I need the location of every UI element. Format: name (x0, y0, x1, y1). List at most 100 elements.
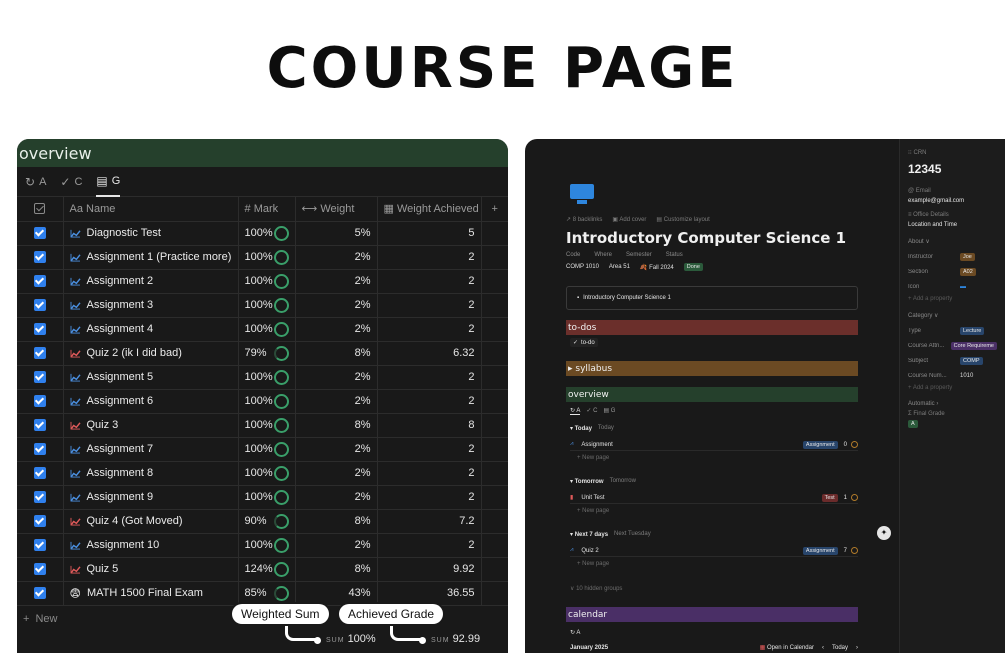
mark-cell[interactable]: 90% (238, 509, 296, 534)
name-cell[interactable]: Assignment 5 (63, 365, 239, 390)
computer-icon[interactable] (570, 184, 594, 204)
table-row[interactable]: Diagnostic Test 100% 5% 5 (17, 221, 508, 246)
tab-c[interactable]: ✓ C (60, 167, 82, 197)
mark-cell[interactable]: 100% (238, 461, 296, 486)
mini-tab-a[interactable]: ↻ A (570, 407, 581, 415)
achieved-cell[interactable]: 7.2 (377, 509, 482, 534)
row-checkbox-cell[interactable] (17, 389, 64, 414)
weight-cell[interactable]: 2% (295, 461, 378, 486)
name-cell[interactable]: Assignment 8 (63, 461, 239, 486)
achieved-cell[interactable]: 36.55 (377, 581, 482, 606)
row-checkbox-cell[interactable] (17, 437, 64, 462)
add-property-button[interactable]: + Add a property (908, 385, 997, 391)
name-cell[interactable]: Assignment 7 (63, 437, 239, 462)
mark-cell[interactable]: 100% (238, 437, 296, 462)
open-in-calendar-button[interactable]: ▦ Open in Calendar (760, 644, 814, 651)
page-title[interactable]: Introductory Computer Science 1 (566, 229, 846, 247)
hidden-groups-toggle[interactable]: ∨ 10 hidden groups (570, 585, 622, 592)
achieved-cell[interactable]: 2 (377, 317, 482, 342)
name-cell[interactable]: Assignment 1 (Practice more) (63, 245, 239, 270)
semester-value[interactable]: 🍂 Fall 2024 (640, 264, 674, 271)
mark-cell[interactable]: 85% (238, 581, 296, 606)
list-item[interactable]: ⩘ Assignment Assignment 0 (570, 439, 858, 451)
email-value[interactable]: example@gmail.com (908, 198, 997, 204)
achieved-cell[interactable]: 6.32 (377, 341, 482, 366)
checkbox-checked[interactable] (33, 299, 46, 312)
achieved-cell[interactable]: 2 (377, 245, 482, 270)
calendar-view-tab[interactable]: ↻ A (570, 629, 580, 636)
weight-cell[interactable]: 2% (295, 389, 378, 414)
checkbox-checked[interactable] (33, 227, 46, 240)
next-month-button[interactable]: › (856, 645, 858, 651)
list-item[interactable]: ⩘ Quiz 2 Assignment 7 (570, 545, 858, 557)
group-today[interactable]: ▾ Today Today (570, 425, 614, 432)
mark-cell[interactable]: 100% (238, 389, 296, 414)
achieved-cell[interactable]: 2 (377, 365, 482, 390)
name-cell[interactable]: Quiz 3 (63, 413, 239, 438)
row-checkbox-cell[interactable] (17, 413, 64, 438)
achieved-cell[interactable]: 2 (377, 389, 482, 414)
row-checkbox-cell[interactable] (17, 557, 64, 582)
weight-cell[interactable]: 8% (295, 509, 378, 534)
table-row[interactable]: Quiz 4 (Got Moved) 90% 8% 7.2 (17, 509, 508, 534)
row-checkbox-cell[interactable] (17, 461, 64, 486)
select-all-header[interactable] (17, 197, 64, 222)
checkbox-checked[interactable] (33, 587, 46, 600)
weight-achieved-column-header[interactable]: ▦ Weight Achieved (377, 197, 482, 222)
table-row[interactable]: Quiz 3 100% 8% 8 (17, 413, 508, 438)
category-toggle[interactable]: Category ∨ (908, 312, 997, 319)
table-row[interactable]: Assignment 1 (Practice more) 100% 2% 2 (17, 245, 508, 270)
mark-cell[interactable]: 100% (238, 413, 296, 438)
todo-view-tab[interactable]: ✓ to-do (570, 338, 598, 347)
table-row[interactable]: Quiz 2 (ik I did bad) 79% 8% 6.32 (17, 341, 508, 366)
name-cell[interactable]: 😨 MATH 1500 Final Exam (63, 581, 239, 606)
checkbox-checked[interactable] (33, 347, 46, 360)
new-page-button[interactable]: + New page (577, 455, 609, 461)
weight-cell[interactable]: 2% (295, 269, 378, 294)
table-row[interactable]: Assignment 10 100% 2% 2 (17, 533, 508, 558)
mark-cell[interactable]: 100% (238, 269, 296, 294)
checkbox-checked[interactable] (33, 323, 46, 336)
table-row[interactable]: Assignment 2 100% 2% 2 (17, 269, 508, 294)
name-cell[interactable]: Assignment 4 (63, 317, 239, 342)
table-row[interactable]: Assignment 6 100% 2% 2 (17, 389, 508, 414)
mark-cell[interactable]: 100% (238, 293, 296, 318)
crn-value[interactable]: 12345 (908, 162, 997, 176)
where-value[interactable]: Area 51 (609, 264, 630, 270)
mark-cell[interactable]: 100% (238, 221, 296, 246)
row-checkbox-cell[interactable] (17, 269, 64, 294)
checkbox-checked[interactable] (33, 443, 46, 456)
row-checkbox-cell[interactable] (17, 581, 64, 606)
mini-tab-g[interactable]: ▤ G (603, 407, 615, 415)
name-cell[interactable]: Diagnostic Test (63, 221, 239, 246)
weight-cell[interactable]: 2% (295, 437, 378, 462)
mark-cell[interactable]: 100% (238, 485, 296, 510)
table-row[interactable]: Assignment 8 100% 2% 2 (17, 461, 508, 486)
achieved-cell[interactable]: 2 (377, 437, 482, 462)
name-cell[interactable]: Assignment 9 (63, 485, 239, 510)
ai-assistant-button[interactable]: ✦ (877, 526, 891, 540)
final-grade-badge[interactable]: A (908, 420, 918, 428)
weight-cell[interactable]: 2% (295, 293, 378, 318)
row-checkbox-cell[interactable] (17, 245, 64, 270)
type-property[interactable]: Type Lecture (908, 323, 997, 338)
checkbox-checked[interactable] (33, 371, 46, 384)
group-tomorrow[interactable]: ▾ Tomorrow Tomorrow (570, 478, 636, 485)
row-checkbox-cell[interactable] (17, 341, 64, 366)
office-value[interactable]: Location and Time (908, 222, 997, 228)
table-row[interactable]: Assignment 3 100% 2% 2 (17, 293, 508, 318)
achieved-cell[interactable]: 2 (377, 269, 482, 294)
linked-course-card[interactable]: ▪ Introductory Computer Science 1 (566, 286, 858, 310)
course-number-property[interactable]: Course Num... 1010 (908, 368, 997, 383)
checkbox-checked[interactable] (33, 539, 46, 552)
achieved-cell[interactable]: 2 (377, 485, 482, 510)
table-row[interactable]: Quiz 5 124% 8% 9.92 (17, 557, 508, 582)
customize-layout-button[interactable]: ▤ Customize layout (656, 216, 709, 223)
name-cell[interactable]: Assignment 3 (63, 293, 239, 318)
row-checkbox-cell[interactable] (17, 365, 64, 390)
weight-cell[interactable]: 8% (295, 341, 378, 366)
mark-cell[interactable]: 100% (238, 533, 296, 558)
checkbox-checked[interactable] (33, 491, 46, 504)
weight-cell[interactable]: 43% (295, 581, 378, 606)
weight-cell[interactable]: 8% (295, 557, 378, 582)
